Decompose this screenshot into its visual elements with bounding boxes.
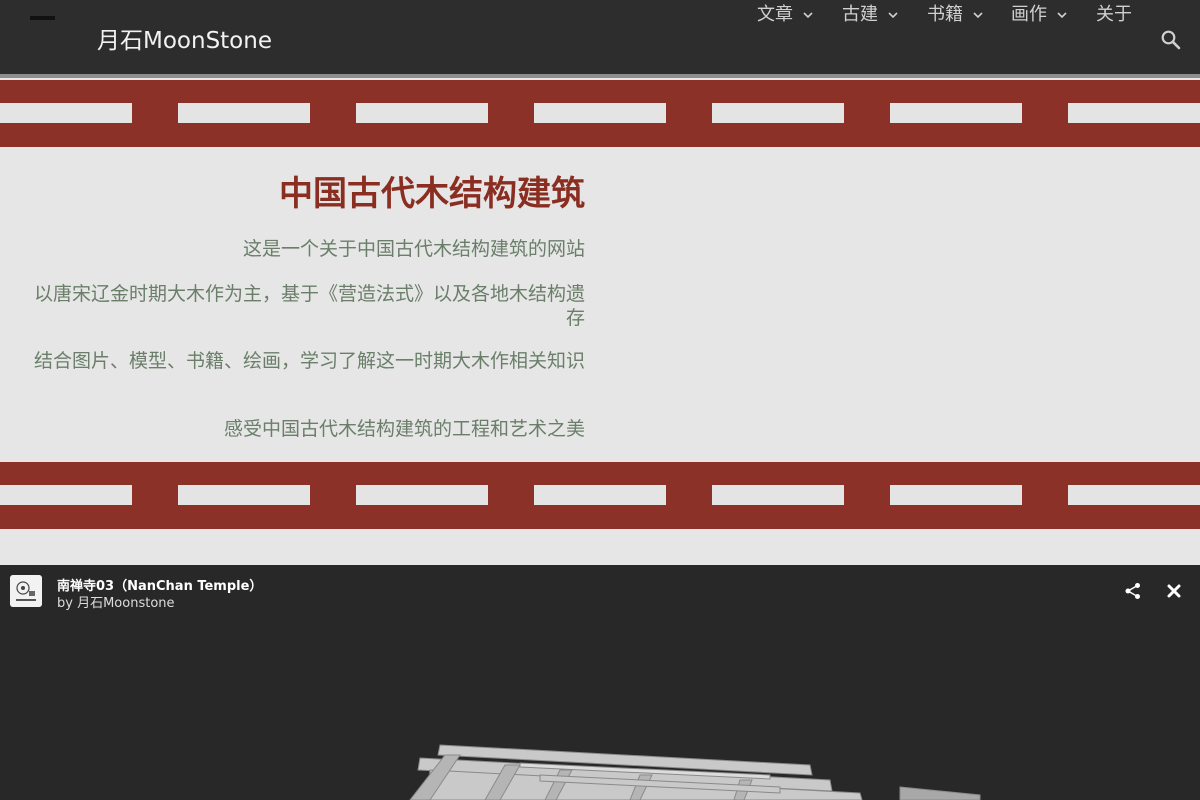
temple-model-render: [409, 744, 981, 800]
intro-line: 感受中国古代木结构建筑的工程和艺术之美: [223, 418, 585, 440]
band-slot: [534, 485, 666, 505]
author-link[interactable]: 月石Moonstone: [77, 596, 174, 611]
site-title[interactable]: 月石MoonStone: [97, 24, 272, 58]
nav-item-articles[interactable]: 文章: [757, 0, 815, 30]
band-slot: [178, 103, 310, 123]
band-slot: [0, 485, 132, 505]
model-author: by 月石Moonstone: [57, 592, 175, 611]
nav-item-about[interactable]: 关于: [1096, 0, 1132, 30]
chevron-down-icon: [888, 12, 898, 19]
3d-model-canvas[interactable]: [0, 565, 1200, 800]
intro-title: 中国古代木结构建筑: [279, 174, 585, 214]
search-icon[interactable]: [1160, 29, 1182, 51]
band-slot: [712, 485, 844, 505]
band-slot: [1068, 103, 1200, 123]
header-divider: [0, 74, 1200, 78]
nav-item-label: 文章: [757, 4, 793, 25]
nav-item-label: 书籍: [927, 4, 963, 25]
author-prefix: by: [57, 596, 73, 611]
model-viewer[interactable]: 南禅寺03（NanChan Temple） by 月石Moonstone: [0, 565, 1200, 800]
menu-icon[interactable]: [30, 16, 55, 20]
site-header: 月石MoonStone 文章 古建 书籍 画作 关于: [0, 0, 1200, 74]
share-icon[interactable]: [1124, 582, 1142, 600]
band-slot: [356, 485, 488, 505]
intro-line: 这是一个关于中国古代木结构建筑的网站: [242, 238, 585, 260]
chevron-down-icon: [1057, 12, 1067, 19]
nav-item-label: 古建: [842, 4, 878, 25]
band-slot: [356, 103, 488, 123]
band-slot: [890, 485, 1022, 505]
nav-item-label: 关于: [1096, 4, 1132, 25]
band-slot: [1068, 485, 1200, 505]
close-icon[interactable]: [1165, 582, 1183, 600]
chevron-down-icon: [803, 12, 813, 19]
decorative-band-bottom: [0, 462, 1200, 529]
intro-line: 结合图片、模型、书籍、绘画，学习了解这一时期大木作相关知识: [33, 350, 585, 372]
band-slot: [712, 103, 844, 123]
intro-line: 以唐宋辽金时期大木作为主，基于《营造法式》以及各地木结构遗存: [33, 283, 585, 329]
nav-item-ancient-architecture[interactable]: 古建: [842, 0, 900, 30]
nav-item-books[interactable]: 书籍: [927, 0, 985, 30]
decorative-band-top: [0, 80, 1200, 147]
nav-item-paintings[interactable]: 画作: [1011, 0, 1069, 30]
moonstone-logo-icon[interactable]: [10, 575, 42, 607]
band-slot: [890, 103, 1022, 123]
nav-item-label: 画作: [1011, 4, 1047, 25]
band-slot: [0, 103, 132, 123]
band-slot: [534, 103, 666, 123]
band-slot: [178, 485, 310, 505]
chevron-down-icon: [973, 12, 983, 19]
intro-section: 中国古代木结构建筑 这是一个关于中国古代木结构建筑的网站 以唐宋辽金时期大木作为…: [0, 165, 585, 440]
